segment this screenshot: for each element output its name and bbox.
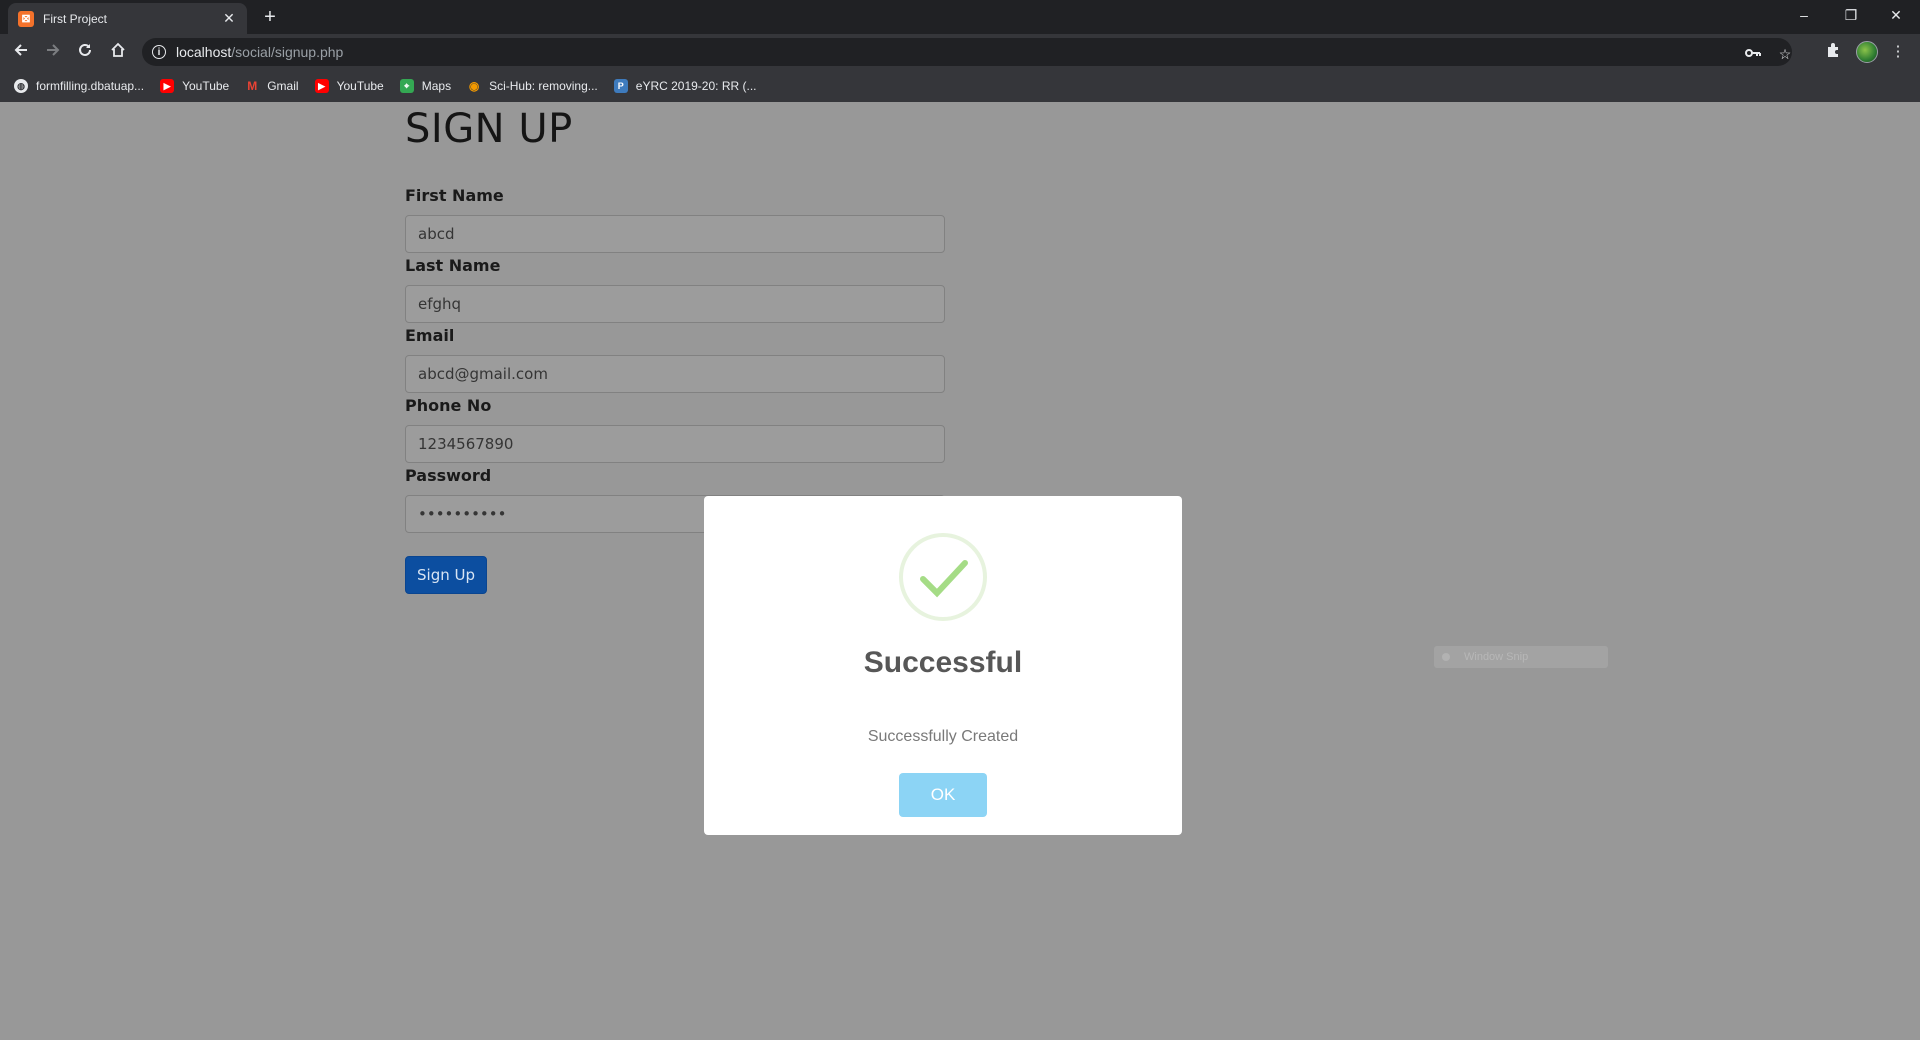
globe-icon: ◍ (14, 79, 28, 93)
xampp-icon: ⊠ (18, 10, 34, 27)
last-name-input[interactable] (405, 285, 945, 323)
bookmark-label: Gmail (267, 79, 299, 93)
profile-avatar[interactable] (1856, 41, 1878, 63)
bookmark-item[interactable]: P eYRC 2019-20: RR (... (613, 79, 757, 93)
phone-label: Phone No (405, 396, 492, 415)
back-icon[interactable] (11, 42, 31, 62)
extensions-icon[interactable] (1823, 42, 1843, 62)
browser-titlebar: ⊠ First Project ✕ + – ❐ ✕ (0, 0, 1920, 34)
email-label: Email (405, 326, 455, 345)
first-name-input[interactable] (405, 215, 945, 253)
bookmark-label: Sci-Hub: removing... (489, 79, 598, 93)
bookmark-label: eYRC 2019-20: RR (... (635, 79, 757, 93)
key-icon[interactable] (1744, 46, 1762, 62)
bookmark-item[interactable]: ◍ formfilling.dbatuap... (14, 79, 144, 93)
close-window-button[interactable]: ✕ (1884, 5, 1908, 25)
bookmark-label: YouTube (182, 79, 230, 93)
bookmark-label: YouTube (336, 79, 384, 93)
forward-icon[interactable] (43, 42, 63, 62)
bookmark-label: formfilling.dbatuap... (36, 79, 145, 93)
scihub-icon: ◉ (467, 79, 482, 93)
restore-button[interactable]: ❐ (1839, 5, 1863, 25)
snip-dot-icon (1442, 653, 1450, 661)
new-tab-button[interactable]: + (260, 7, 280, 27)
tab-close-icon[interactable]: ✕ (221, 10, 237, 27)
bookmark-item[interactable]: ▶ YouTube (314, 79, 384, 93)
url-text: localhost/social/signup.php (176, 44, 343, 60)
ok-button[interactable]: OK (899, 773, 987, 817)
first-name-label: First Name (405, 186, 504, 205)
snip-label: Window Snip (1464, 651, 1529, 663)
reload-icon[interactable] (75, 42, 95, 62)
bookmarks-bar: ◍ formfilling.dbatuap... ▶ YouTube M Gma… (0, 70, 1920, 102)
home-icon[interactable] (108, 42, 128, 62)
success-check-icon (899, 533, 987, 621)
modal-title: Successful (863, 646, 1023, 679)
star-icon[interactable]: ☆ (1776, 46, 1794, 63)
piazza-icon: P (613, 79, 628, 93)
minimize-button[interactable]: – (1792, 5, 1816, 25)
modal-message: Successfully Created (867, 728, 1019, 745)
tab-title: First Project (43, 11, 108, 26)
window-snip-overlay: Window Snip (1434, 646, 1608, 668)
last-name-label: Last Name (405, 256, 501, 275)
youtube-icon: ▶ (314, 79, 329, 93)
url-path: /social/signup.php (231, 44, 344, 60)
address-bar[interactable]: i localhost/social/signup.php ☆ (142, 38, 1792, 66)
email-input[interactable] (405, 355, 945, 393)
url-host: localhost (176, 44, 232, 60)
gmail-icon: M (245, 79, 260, 93)
bookmark-item[interactable]: ▶ YouTube (160, 79, 229, 93)
bookmark-item[interactable]: ◉ Sci-Hub: removing... (467, 79, 598, 93)
success-modal: Successful Successfully Created OK (704, 496, 1182, 835)
info-icon[interactable]: i (152, 45, 166, 59)
maps-icon: ⌖ (399, 79, 414, 93)
page-title: SIGN UP (405, 106, 573, 152)
sign-up-button[interactable]: Sign Up (405, 556, 487, 594)
bookmark-item[interactable]: M Gmail (245, 79, 299, 93)
menu-icon[interactable]: ⋮ (1888, 42, 1908, 62)
youtube-icon: ▶ (160, 79, 175, 93)
bookmark-item[interactable]: ⌖ Maps (399, 79, 452, 93)
browser-tab[interactable]: ⊠ First Project ✕ (8, 3, 247, 34)
browser-toolbar: i localhost/social/signup.php ☆ ⋮ (0, 34, 1920, 70)
password-label: Password (405, 466, 492, 485)
page-content: SIGN UP First Name Last Name Email Phone… (0, 102, 1920, 1040)
phone-input[interactable] (405, 425, 945, 463)
bookmark-label: Maps (421, 79, 452, 93)
